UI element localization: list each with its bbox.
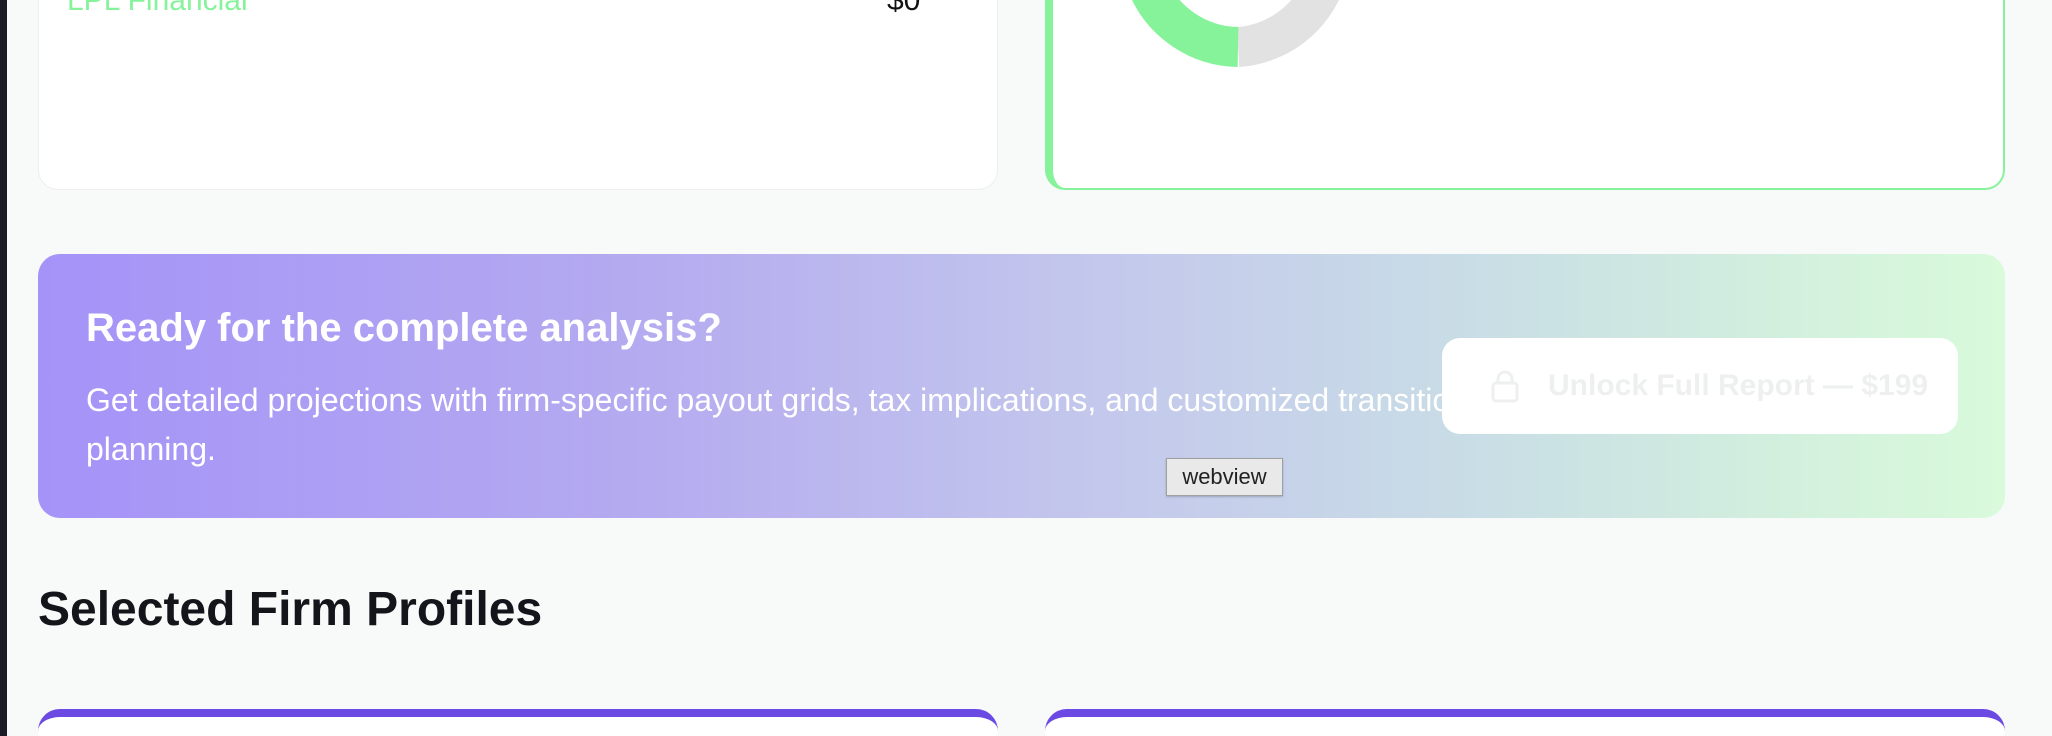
firm-comparison-card <box>38 0 998 190</box>
firm-name-label: LPL Financial <box>67 0 248 17</box>
webview-tooltip: webview <box>1166 458 1283 496</box>
webview-viewport: LPL Financial $0 Ready for the complete … <box>7 0 2052 736</box>
firm-profile-card[interactable] <box>38 709 998 736</box>
donut-track-segment <box>1235 0 1339 67</box>
unlock-full-report-button[interactable]: Unlock Full Report — $199 <box>1442 338 1958 434</box>
unlock-button-label: Unlock Full Report — $199 <box>1548 369 1929 402</box>
upgrade-banner-title: Ready for the complete analysis? <box>86 306 722 350</box>
donut-filled-segment <box>1132 0 1240 67</box>
firm-value: $0 <box>887 0 921 17</box>
donut-chart <box>1132 0 1339 67</box>
upgrade-banner: Ready for the complete analysis? Get det… <box>38 254 2005 518</box>
chart-card <box>1045 0 2005 190</box>
firm-profile-card[interactable] <box>1045 709 2005 736</box>
section-title: Selected Firm Profiles <box>38 583 543 636</box>
lock-icon <box>1490 369 1520 403</box>
